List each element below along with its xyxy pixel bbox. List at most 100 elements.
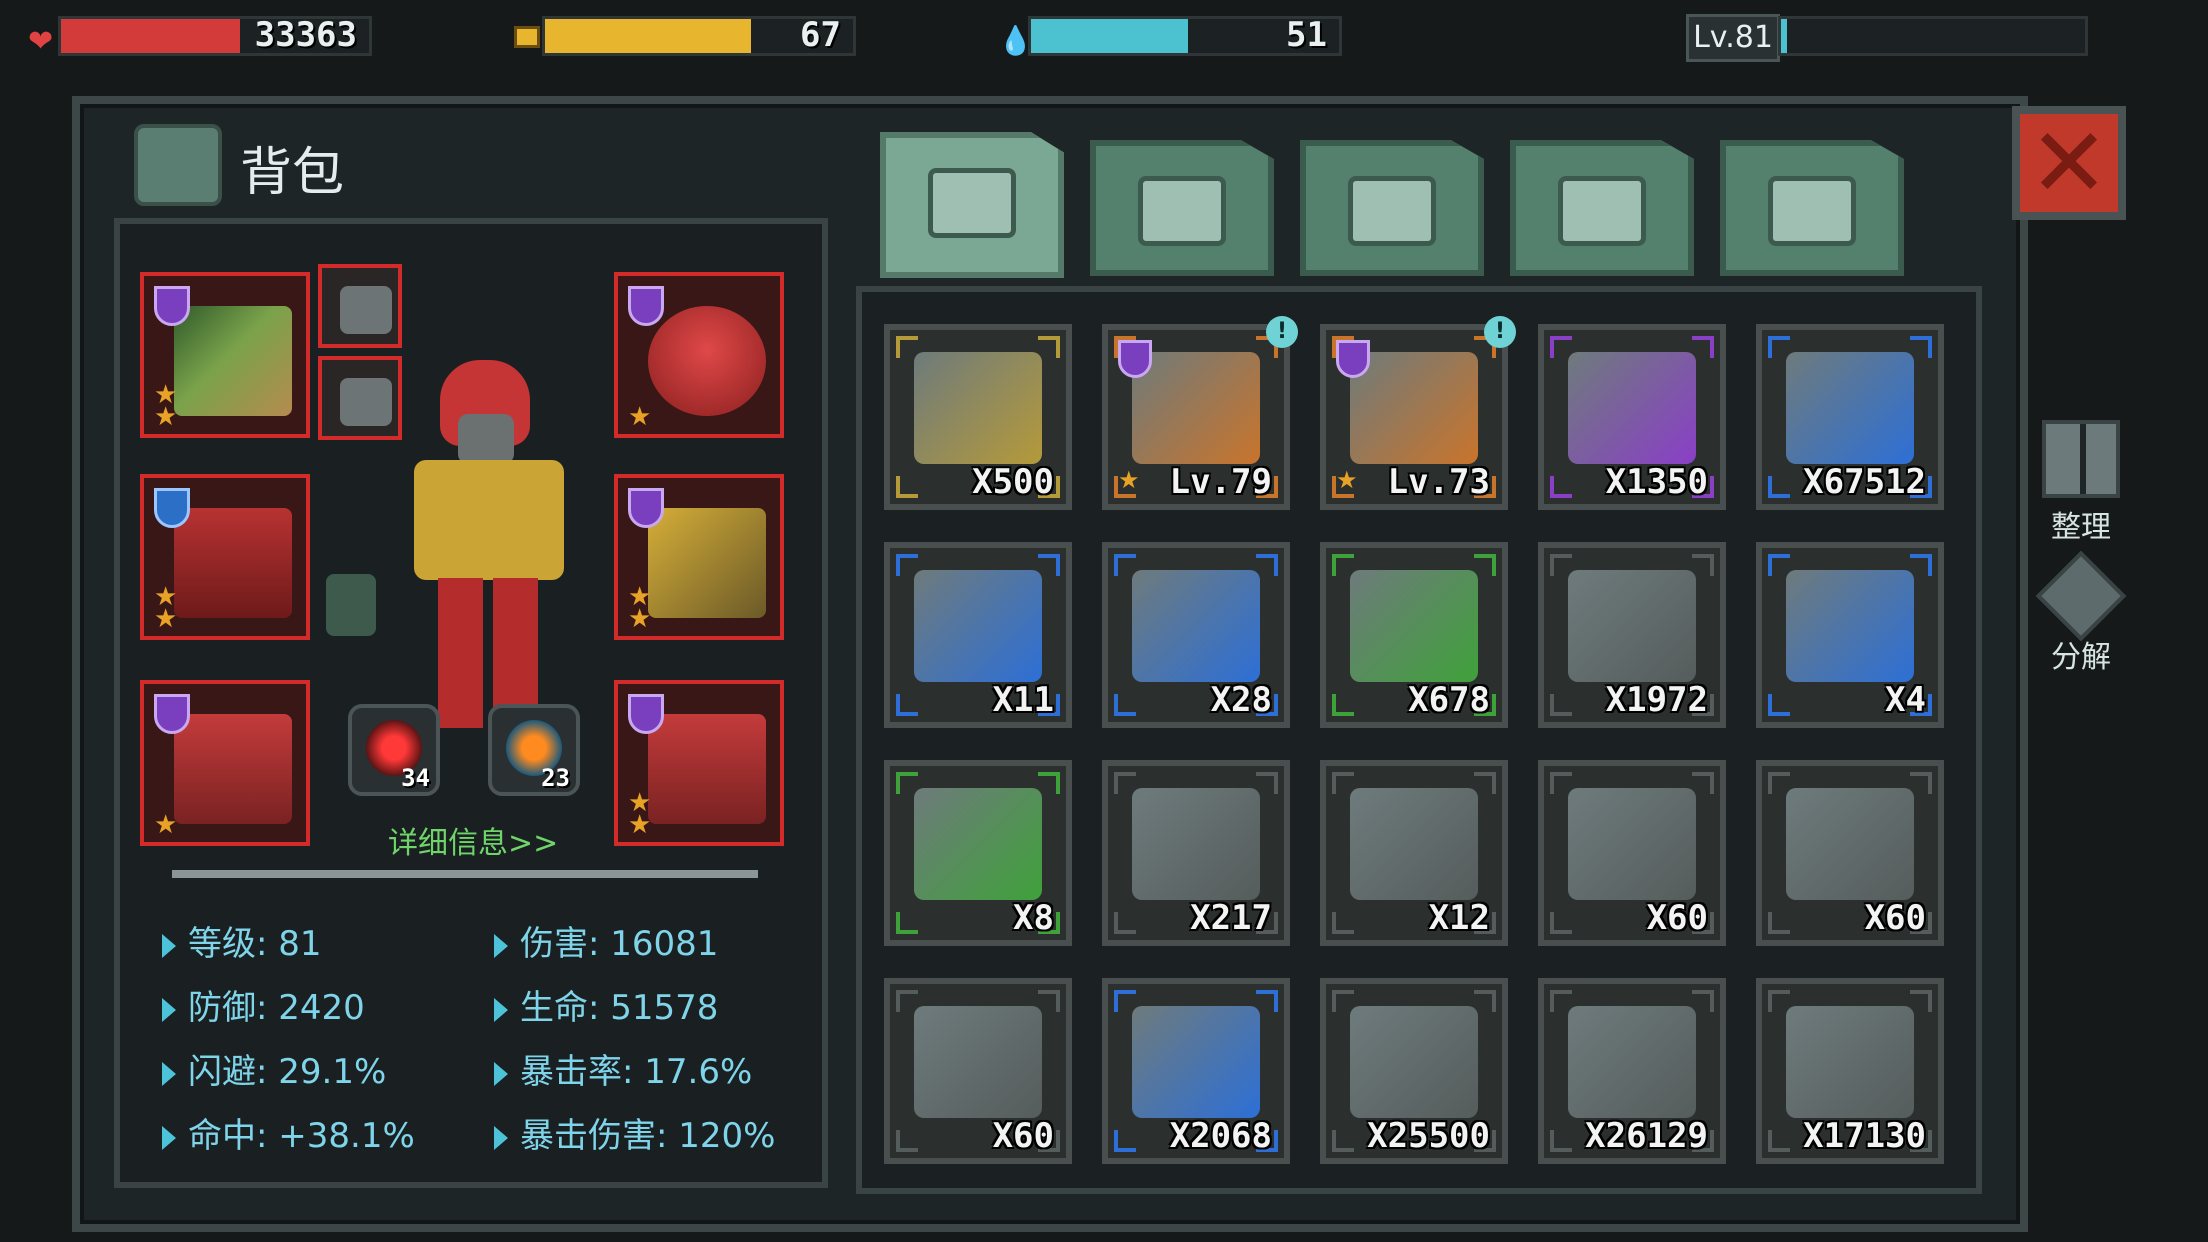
arrow-icon: [162, 1061, 176, 1086]
rarity-corner: [1332, 554, 1354, 576]
rarity-corner: [1332, 1130, 1354, 1152]
inventory-slot[interactable]: ! ★ Lv.79: [1102, 316, 1298, 510]
rarity-corner: [1692, 990, 1714, 1012]
inventory-slot[interactable]: X17130: [1756, 978, 1944, 1164]
vest-placeholder-icon[interactable]: [326, 574, 376, 636]
inventory-slot[interactable]: X67512: [1756, 324, 1944, 510]
arrow-icon: [494, 997, 508, 1022]
shield-badge-icon: [1118, 340, 1152, 378]
item-quantity: X4: [1885, 680, 1926, 720]
rarity-corner: [1114, 912, 1136, 934]
sort-button[interactable]: 整理: [2036, 420, 2126, 546]
item-quantity: X1972: [1605, 680, 1708, 720]
inventory-slot[interactable]: X11: [884, 542, 1072, 728]
heart-icon: ❤: [28, 24, 54, 59]
inventory-slot[interactable]: X26129: [1538, 978, 1726, 1164]
weapon-slot-secondary-1[interactable]: [318, 264, 402, 348]
inventory-slot[interactable]: X4: [1756, 542, 1944, 728]
inventory-slot[interactable]: X60: [1538, 760, 1726, 946]
rarity-corner: [896, 554, 918, 576]
inventory-slot[interactable]: ! ★ Lv.73: [1320, 316, 1516, 510]
boots-slot[interactable]: ★: [140, 680, 310, 846]
rarity-corner: [1768, 336, 1790, 358]
tab-materials[interactable]: [1300, 140, 1484, 276]
rarity-corner: [1768, 990, 1790, 1012]
inventory-slot[interactable]: X60: [1756, 760, 1944, 946]
rarity-corner: [896, 336, 918, 358]
rarity-corner: [1114, 772, 1136, 794]
close-button[interactable]: ✕: [2012, 106, 2126, 220]
hp-bar: 33363: [58, 15, 372, 56]
wrench-green-icon: [914, 788, 1042, 900]
rarity-corner: [1114, 1130, 1136, 1152]
tab-backpack[interactable]: [880, 132, 1064, 278]
star-rating: ★: [628, 402, 652, 432]
shield-badge-icon: [154, 488, 190, 528]
tab-medical[interactable]: [1090, 140, 1274, 276]
rarity-corner: [1038, 990, 1060, 1012]
shield-badge-icon: [628, 286, 664, 326]
star-rating: ★ ★: [628, 582, 652, 634]
core-slot-fire[interactable]: 23: [488, 704, 580, 796]
weapon-slot-main[interactable]: ★ ★: [140, 272, 310, 438]
water-icon: 💧: [998, 24, 1033, 57]
star-rating: ★ ★: [154, 582, 178, 634]
inventory-slot[interactable]: X500: [884, 324, 1072, 510]
close-icon: ✕: [2028, 107, 2110, 219]
helmet-slot[interactable]: ★: [614, 272, 784, 438]
vest-purple-icon: [1350, 788, 1478, 900]
exp-badge-icon: [914, 352, 1042, 464]
tab-weapons[interactable]: [1510, 140, 1694, 276]
inventory-slot[interactable]: X2068: [1102, 978, 1290, 1164]
rarity-corner: [1038, 772, 1060, 794]
dismantle-button[interactable]: 分解: [2035, 550, 2127, 676]
shoulder-slot[interactable]: ★ ★: [614, 474, 784, 640]
food-icon: [514, 26, 540, 48]
level-label: Lv.81: [1686, 14, 1780, 62]
item-quantity: X26129: [1585, 1116, 1708, 1156]
core-slot-red[interactable]: 34: [348, 704, 440, 796]
rarity-corner: [1114, 554, 1136, 576]
character-mask: [458, 414, 514, 464]
inventory-slot[interactable]: X12: [1320, 760, 1508, 946]
inventory-slot[interactable]: X60: [884, 978, 1072, 1164]
ammo-box-icon: [1350, 1006, 1478, 1118]
rarity-corner: [1332, 772, 1354, 794]
item-quantity: X60: [1864, 898, 1926, 938]
wrench-icon: [1768, 176, 1856, 246]
sort-icon: [2042, 420, 2120, 498]
rarity-corner: [896, 912, 918, 934]
rarity-corner: [1550, 912, 1572, 934]
medkit-icon: [1138, 176, 1226, 246]
rifle-icon: [340, 286, 392, 334]
inventory-slot[interactable]: X678: [1320, 542, 1508, 728]
star-rating: ★: [154, 810, 178, 840]
item-quantity: X25500: [1367, 1116, 1490, 1156]
star-icon: ★: [1336, 466, 1358, 494]
shoulder-armor-icon: [648, 508, 766, 618]
details-link[interactable]: 详细信息>>: [388, 818, 558, 862]
rarity-corner: [896, 476, 918, 498]
inventory-slot[interactable]: X28: [1102, 542, 1290, 728]
inventory-slot[interactable]: X8: [884, 760, 1072, 946]
inventory-slot[interactable]: X217: [1102, 760, 1290, 946]
rarity-corner: [1768, 694, 1790, 716]
pistol-icon: [1558, 176, 1646, 246]
inventory-slot[interactable]: X1972: [1538, 542, 1726, 728]
rarity-corner: [1692, 336, 1714, 358]
star-icon: ★: [1118, 466, 1140, 494]
tab-tools[interactable]: [1720, 140, 1904, 276]
wrench-grey-icon: [1132, 788, 1260, 900]
arrow-icon: [162, 997, 176, 1022]
armor-slot[interactable]: ★ ★: [140, 474, 310, 640]
rarity-corner: [1550, 554, 1572, 576]
crossbow-icon: [1132, 352, 1260, 464]
water-value: 51: [1286, 15, 1327, 55]
weapon-slot-secondary-2[interactable]: [318, 356, 402, 440]
rarity-corner: [1910, 990, 1932, 1012]
inventory-slot[interactable]: X25500: [1320, 978, 1508, 1164]
rarity-corner: [1114, 694, 1136, 716]
armor-crate-blue-icon: [1132, 570, 1260, 682]
inventory-slot[interactable]: X1350: [1538, 324, 1726, 510]
legs-slot[interactable]: ★ ★: [614, 680, 784, 846]
